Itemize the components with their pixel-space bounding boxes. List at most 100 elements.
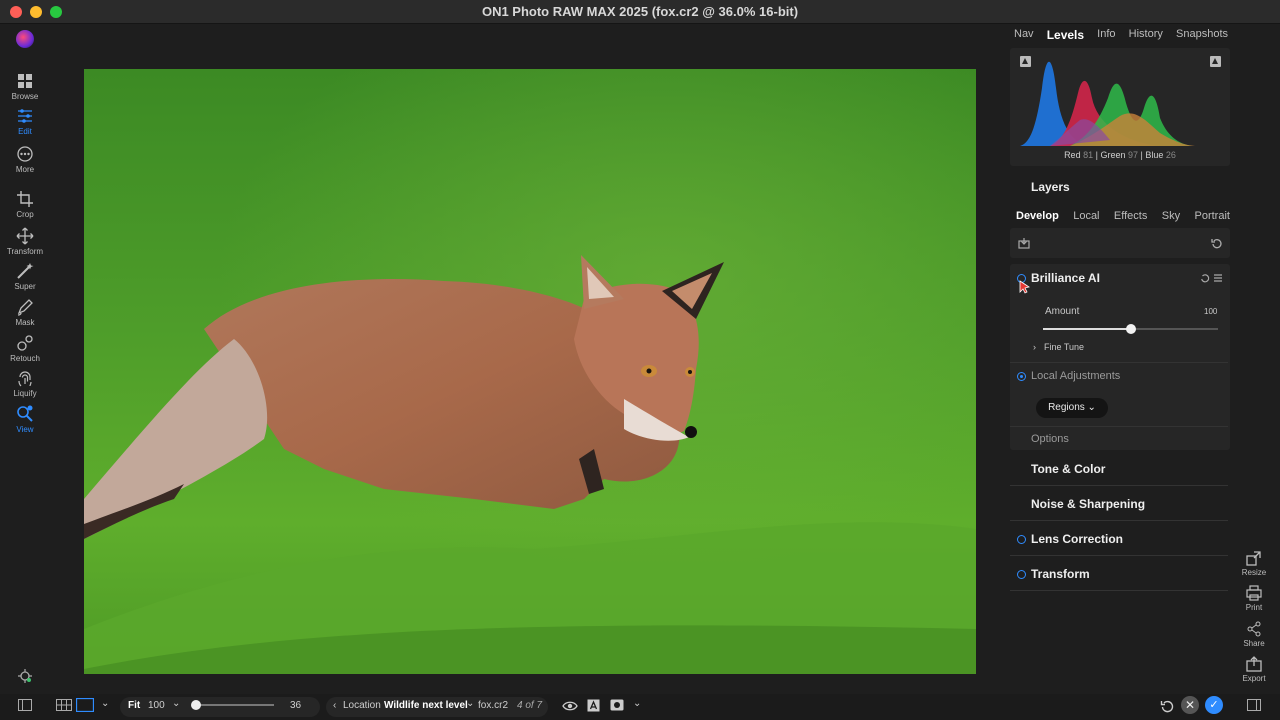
tool-label: Browse (11, 92, 39, 101)
divider (1010, 362, 1228, 363)
file-name: fox.cr2 (478, 700, 509, 711)
fine-tune-label[interactable]: Fine Tune (1044, 342, 1084, 352)
options-label[interactable]: Options (1031, 433, 1069, 445)
zoom-dropdown-icon[interactable]: ⌄ (172, 698, 180, 709)
fine-tune-chevron-icon[interactable]: › (1033, 342, 1036, 352)
brilliance-reset-icon[interactable] (1200, 273, 1210, 283)
share-icon (1247, 621, 1261, 637)
amount-slider[interactable] (1043, 324, 1218, 334)
preview-eye-icon[interactable] (562, 700, 578, 712)
zoom-icon (17, 405, 33, 422)
right-panel: Nav Levels Info History Snapshots Red 81 | G… (1008, 24, 1234, 694)
sliders-icon (18, 109, 32, 123)
right-panel-toggle-icon[interactable] (1247, 699, 1261, 711)
tab-sky[interactable]: Sky (1162, 210, 1180, 222)
amount-slider-knob[interactable] (1125, 324, 1136, 334)
tab-effects[interactable]: Effects (1114, 210, 1147, 222)
tool-share[interactable]: Share (1234, 621, 1274, 648)
local-adjustments-label[interactable]: Local Adjustments (1031, 370, 1120, 382)
apply-button[interactable]: ✓ (1205, 696, 1223, 714)
tool-more[interactable]: More (0, 145, 50, 174)
tool-print[interactable]: Print (1234, 585, 1274, 612)
tab-history[interactable]: History (1129, 28, 1163, 42)
export-icon (1246, 656, 1262, 672)
tab-portrait[interactable]: Portrait (1195, 210, 1230, 222)
brilliance-menu-icon[interactable] (1213, 273, 1223, 283)
undo-icon[interactable] (1160, 699, 1174, 713)
divider (1010, 426, 1228, 427)
mask-view-icon[interactable] (610, 699, 624, 711)
fingerprint-icon (18, 371, 32, 387)
settings-icon[interactable] (17, 668, 33, 684)
panel-tabs: Nav Levels Info History Snapshots (1008, 28, 1234, 42)
brilliance-title[interactable]: Brilliance AI (1031, 271, 1100, 285)
amount-value[interactable]: 100 (1204, 307, 1217, 316)
tool-resize[interactable]: Resize (1234, 550, 1274, 577)
location-name[interactable]: Wildlife next level (384, 700, 468, 711)
retouch-icon (17, 335, 33, 351)
local-adjustments-toggle[interactable] (1017, 372, 1026, 381)
left-panel-toggle-icon[interactable] (18, 699, 32, 711)
histogram-graph (1020, 61, 1195, 146)
preset-icon[interactable] (1018, 237, 1030, 249)
section-transform[interactable]: Transform (1031, 567, 1090, 581)
view-mode-dropdown-icon[interactable]: ⌄ (101, 698, 109, 709)
transform-toggle[interactable] (1017, 570, 1026, 579)
tab-info[interactable]: Info (1097, 28, 1115, 42)
divider (1010, 485, 1228, 486)
develop-tabs: Develop Local Effects Sky Portrait (1016, 210, 1230, 222)
tool-mask[interactable]: Mask (0, 298, 50, 327)
location-back-icon[interactable]: ‹ (333, 700, 336, 711)
section-noise-sharpening[interactable]: Noise & Sharpening (1031, 497, 1145, 511)
compare-icon[interactable] (587, 699, 600, 712)
tool-label: Share (1243, 639, 1265, 648)
tab-snapshots[interactable]: Snapshots (1176, 28, 1228, 42)
zoom-value[interactable]: 100 (148, 700, 165, 711)
section-lens-correction[interactable]: Lens Correction (1031, 532, 1123, 546)
tab-nav[interactable]: Nav (1014, 28, 1034, 42)
fit-button[interactable]: Fit (128, 700, 140, 711)
tool-retouch[interactable]: Retouch (0, 334, 50, 363)
tool-label: View (16, 425, 34, 434)
zoom-window-button[interactable] (50, 6, 62, 18)
tool-label: Mask (15, 318, 35, 327)
preview-dropdown-icon[interactable]: ⌄ (633, 698, 641, 709)
tool-transform[interactable]: Transform (0, 227, 50, 256)
print-icon (1246, 585, 1262, 601)
layers-title[interactable]: Layers (1031, 180, 1070, 194)
tab-levels[interactable]: Levels (1047, 28, 1084, 42)
grid-view-icon[interactable] (56, 699, 72, 711)
location-dropdown-icon[interactable]: ⌄ (466, 698, 474, 709)
divider (1010, 590, 1228, 591)
tool-crop[interactable]: Crop (0, 190, 50, 219)
tool-export[interactable]: Export (1234, 656, 1274, 683)
photo-canvas[interactable] (84, 69, 976, 674)
tool-view[interactable]: View (0, 405, 50, 434)
single-view-icon[interactable] (76, 698, 94, 712)
tool-browse[interactable]: Browse (0, 72, 50, 101)
zoom-slider[interactable] (191, 700, 274, 710)
left-toolbar: Browse Edit More Crop Transform Super Mask Reto… (0, 24, 50, 694)
tool-super[interactable]: Super (0, 262, 50, 291)
tool-label: Transform (6, 247, 44, 256)
divider (1010, 555, 1228, 556)
tool-label: Edit (18, 127, 32, 136)
regions-button[interactable]: Regions ⌄ (1036, 398, 1108, 418)
crop-icon (17, 191, 33, 207)
lens-correction-toggle[interactable] (1017, 535, 1026, 544)
brilliance-ai-card (1010, 264, 1230, 450)
tab-local[interactable]: Local (1073, 210, 1099, 222)
bottom-bar: ⌄ Fit 100 ⌄ 36 ‹ Location Wildlife next … (0, 694, 1280, 720)
section-tone-color[interactable]: Tone & Color (1031, 462, 1105, 476)
tab-develop[interactable]: Develop (1016, 210, 1059, 222)
window-controls (10, 6, 62, 18)
title-bar: ON1 Photo RAW MAX 2025 (fox.cr2 @ 36.0% … (0, 0, 1280, 24)
cancel-button[interactable]: ✕ (1181, 696, 1199, 714)
tool-liquify[interactable]: Liquify (0, 369, 50, 398)
tool-edit[interactable]: Edit (0, 107, 50, 136)
minimize-window-button[interactable] (30, 6, 42, 18)
reset-icon[interactable] (1211, 237, 1223, 249)
zoom-slider-knob[interactable] (191, 700, 201, 710)
close-window-button[interactable] (10, 6, 22, 18)
tool-label: Resize (1241, 568, 1267, 577)
